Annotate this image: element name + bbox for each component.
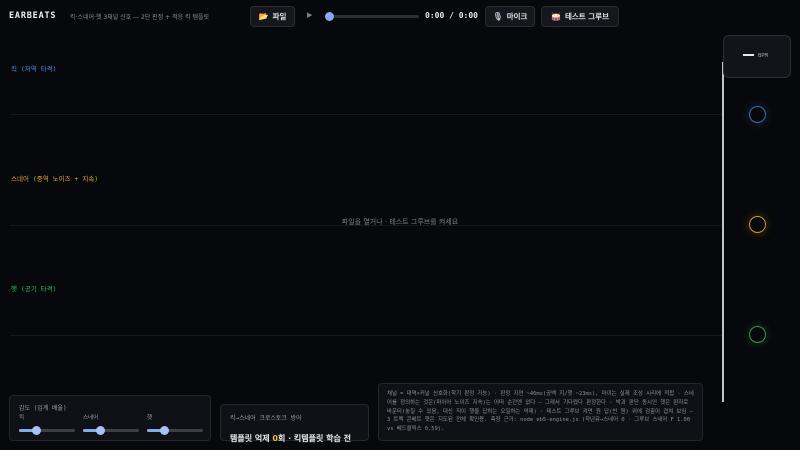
crosstalk-status: 템플릿 억제 0회 · 킥템플릿 학습 전 <box>230 433 351 444</box>
info-panel: 채널 = 대역×커널 신호화(학기 판정 가능) · 판정 지연 ~46ms(공… <box>378 383 703 441</box>
crosstalk-suffix: 회 · 킥템플릿 학습 전 <box>277 434 352 443</box>
crosstalk-title: 킥→스네어 크로스토크 방어 <box>230 415 302 422</box>
bpm-unit: BPM <box>758 53 768 59</box>
sensitivity-panel: 감도 (임계 배율) 킥 스네어 햇 <box>9 395 211 441</box>
info-text: 채널 = 대역×커널 신호화(학기 판정 가능) · 판정 지연 ~46ms(공… <box>387 391 694 433</box>
test-groove-button-label: 테스트 그루브 <box>564 12 609 21</box>
test-groove-button[interactable]: 🥁 테스트 그루브 <box>541 6 619 27</box>
slider-label-snare: 스네어 <box>83 415 99 421</box>
slider-label-hat: 햇 <box>147 415 153 421</box>
kick-pad <box>749 106 766 123</box>
playhead-line <box>722 62 724 402</box>
lane-label-hat: 햇 (공기 타격) <box>11 285 57 293</box>
slider-kick-thumb[interactable] <box>32 425 41 435</box>
mic-button[interactable]: 🎙 마이크 <box>485 6 535 27</box>
slider-hat-thumb[interactable] <box>160 425 169 435</box>
top-bar: EARBEATS 킥·스네어·햇 3채널 신호 — 2단 판정 + 적응 킥 템… <box>0 0 800 34</box>
mic-button-label: 마이크 <box>506 12 528 21</box>
slider-label-kick: 킥 <box>19 415 25 421</box>
empty-state-hint: 파일을 열거나 · 테스트 그루브를 켜세요 <box>341 218 459 226</box>
seek-thumb[interactable] <box>325 11 334 21</box>
lane-label-snare: 스네어 (중역 노이즈 + 지속) <box>11 175 99 183</box>
drum-icon: 🥁 <box>551 12 561 21</box>
app-brand: EARBEATS <box>9 11 57 21</box>
lane-label-kick: 킥 (저역 타격) <box>11 65 57 73</box>
file-button[interactable]: 📂 파일 <box>250 6 295 27</box>
snare-pad <box>749 216 766 233</box>
play-icon[interactable]: ▶ <box>307 11 312 19</box>
slider-snare-thumb[interactable] <box>96 425 105 435</box>
bpm-value <box>743 54 754 56</box>
microphone-icon: 🎙 <box>492 12 503 21</box>
crosstalk-prefix: 템플릿 억제 <box>230 434 273 443</box>
hat-pad <box>749 326 766 343</box>
time-readout: 0:00 / 0:00 <box>425 11 478 20</box>
sensitivity-title: 감도 (임계 배율) <box>19 405 67 412</box>
seek-bar[interactable] <box>327 15 419 18</box>
bpm-display <box>723 35 791 78</box>
crosstalk-panel: 킥→스네어 크로스토크 방어 템플릿 억제 0회 · 킥템플릿 학습 전 <box>220 404 369 444</box>
app-subtitle: 킥·스네어·햇 3채널 신호 — 2단 판정 + 적응 킥 템플릿 <box>70 14 210 21</box>
file-button-label: 파일 <box>272 12 287 21</box>
lane-hat <box>10 335 722 336</box>
lane-kick <box>10 114 722 115</box>
folder-icon: 📂 <box>258 12 269 21</box>
